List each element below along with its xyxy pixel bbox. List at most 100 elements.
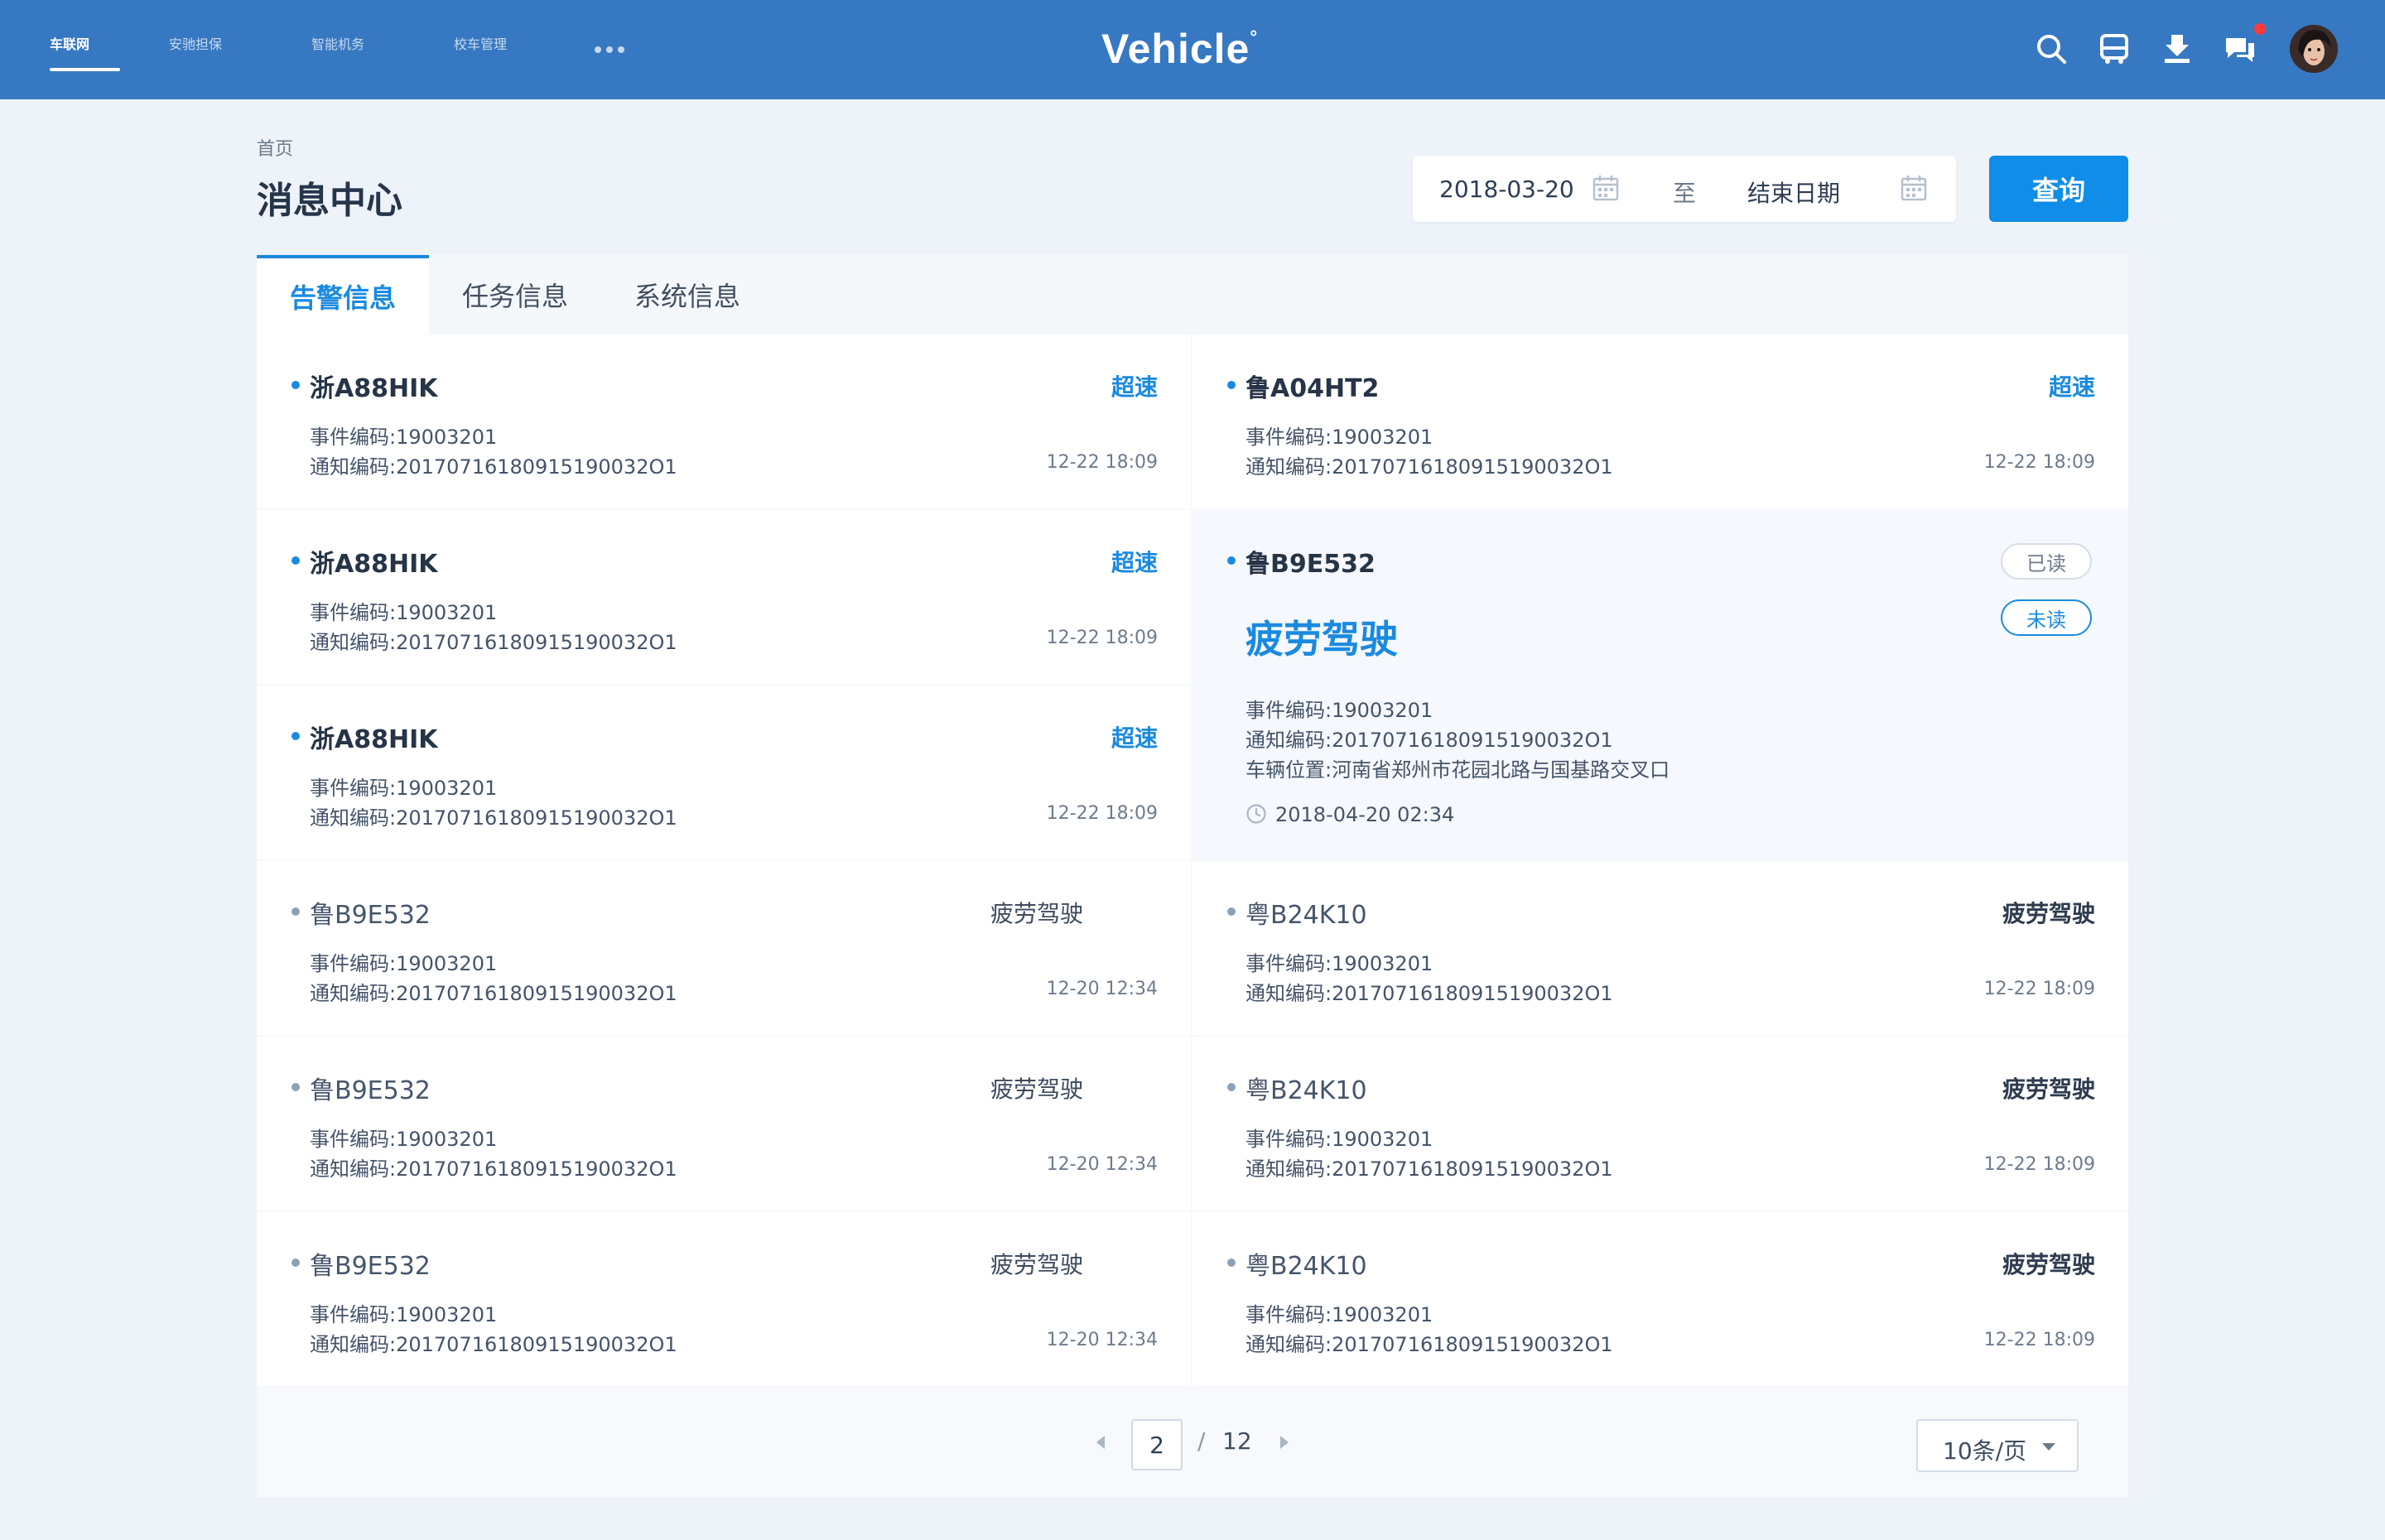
tab-bar: 告警信息 任务信息 系统信息	[257, 255, 2128, 334]
read-dot	[1227, 907, 1236, 916]
nav-item-smart-service[interactable]: 智能机务	[311, 33, 364, 53]
top-navigation-bar: 车联网 安驰担保 智能机务 校车管理 Vehicle°	[0, 0, 2385, 99]
nav-active-underline	[50, 68, 120, 71]
page-size-value: 10条/页	[1943, 1437, 2027, 1465]
message-card[interactable]: 浙A88HIK 超速 事件编码:19003201 通知编码:2017071618…	[257, 686, 1191, 859]
vehicle-location: 车辆位置:河南省郑州市花园北路与国基路交叉口	[1246, 758, 1670, 782]
nav-item-vehicle-network[interactable]: 车联网	[50, 33, 89, 53]
prev-page-icon[interactable]	[1096, 1436, 1105, 1449]
download-icon[interactable]	[2160, 31, 2195, 66]
plate-number: 浙A88HIK	[310, 374, 438, 403]
read-dot	[292, 1083, 300, 1091]
plate-number: 浙A88HIK	[310, 725, 438, 754]
read-dot	[1227, 1258, 1236, 1267]
plate-number: 浙A88HIK	[310, 550, 438, 579]
alarm-type: 疲劳驾驶	[2002, 1076, 2095, 1103]
mark-read-button[interactable]: 已读	[2001, 543, 2092, 580]
nav-item-school-bus[interactable]: 校车管理	[454, 33, 507, 53]
mark-unread-button[interactable]: 未读	[2001, 599, 2092, 636]
page-title: 消息中心	[257, 180, 402, 222]
next-page-icon[interactable]	[1280, 1436, 1289, 1449]
event-code: 事件编码:19003201	[1246, 426, 1433, 449]
read-dot	[1227, 1083, 1236, 1091]
message-card[interactable]: 鲁B9E532 疲劳驾驶 事件编码:19003201 通知编码:20170716…	[257, 1037, 1191, 1210]
message-time: 12-22 18:09	[1046, 452, 1158, 473]
calendar-icon[interactable]	[1900, 174, 1928, 202]
read-dot	[292, 907, 300, 916]
message-card[interactable]: 浙A88HIK 超速 事件编码:19003201 通知编码:2017071618…	[257, 510, 1191, 684]
event-code: 事件编码:19003201	[1246, 699, 1433, 722]
page-separator: /	[1197, 1427, 1206, 1455]
nav-item-guarantee[interactable]: 安驰担保	[169, 33, 222, 53]
date-range-separator: 至	[1673, 180, 1697, 207]
tab-system[interactable]: 系统信息	[601, 255, 773, 334]
query-button[interactable]: 查询	[1989, 156, 2128, 222]
message-detail-card[interactable]: 鲁B9E532 已读 未读 疲劳驾驶 事件编码:19003201 通知编码:20…	[1192, 510, 2128, 859]
alarm-type: 疲劳驾驶	[990, 900, 1083, 927]
breadcrumb[interactable]: 首页	[257, 134, 293, 161]
bus-icon[interactable]	[2097, 31, 2132, 66]
notice-code: 通知编码:20170716180915190032O1	[310, 455, 677, 479]
event-code: 事件编码:19003201	[1246, 1128, 1433, 1151]
message-card[interactable]: 粤B24K10 疲劳驾驶 事件编码:19003201 通知编码:20170716…	[1192, 1212, 2128, 1386]
message-time: 12-22 18:09	[1046, 628, 1158, 648]
more-icon[interactable]	[595, 46, 624, 53]
message-time: 12-22 18:09	[1983, 1154, 2095, 1175]
event-code: 事件编码:19003201	[1246, 952, 1433, 975]
total-pages: 12	[1222, 1427, 1252, 1455]
plate-number: 粤B24K10	[1246, 901, 1367, 930]
notice-code: 通知编码:20170716180915190032O1	[1246, 982, 1613, 1005]
tab-alarm[interactable]: 告警信息	[257, 255, 429, 334]
unread-dot	[1227, 381, 1236, 389]
message-time: 12-22 18:09	[1046, 803, 1158, 824]
message-time: 12-22 18:09	[1983, 452, 2095, 473]
chat-icon[interactable]	[2223, 31, 2257, 66]
event-code: 事件编码:19003201	[310, 1128, 498, 1151]
alarm-type: 疲劳驾驶	[2002, 1251, 2095, 1278]
message-card[interactable]: 浙A88HIK 超速 事件编码:19003201 通知编码:2017071618…	[257, 334, 1191, 508]
plate-number: 鲁B9E532	[1246, 550, 1376, 579]
message-card[interactable]: 鲁A04HT2 超速 事件编码:19003201 通知编码:2017071618…	[1192, 334, 2128, 508]
alarm-type: 超速	[1111, 373, 1158, 401]
notification-dot	[2254, 23, 2266, 35]
notice-code: 通知编码:20170716180915190032O1	[1246, 1157, 1613, 1181]
notice-code: 通知编码:20170716180915190032O1	[1246, 1333, 1613, 1356]
pagination-bar: 2 / 12 10条/页	[257, 1394, 2128, 1497]
plate-number: 粤B24K10	[1246, 1076, 1367, 1105]
message-card[interactable]: 鲁B9E532 疲劳驾驶 事件编码:19003201 通知编码:20170716…	[257, 861, 1191, 1035]
calendar-icon[interactable]	[1592, 174, 1620, 202]
notice-code: 通知编码:20170716180915190032O1	[310, 982, 677, 1005]
plate-number: 鲁A04HT2	[1246, 374, 1380, 403]
chevron-down-icon	[2042, 1443, 2055, 1451]
event-code: 事件编码:19003201	[310, 777, 498, 800]
end-date-field[interactable]: 结束日期	[1747, 176, 1840, 209]
message-time: 12-22 18:09	[1983, 1330, 2095, 1350]
unread-dot	[292, 381, 300, 389]
message-time: 12-20 12:34	[1046, 1330, 1158, 1350]
message-time: 12-20 12:34	[1046, 1154, 1158, 1175]
start-date-field[interactable]: 2018-03-20	[1439, 176, 1574, 203]
message-card[interactable]: 鲁B9E532 疲劳驾驶 事件编码:19003201 通知编码:20170716…	[257, 1212, 1191, 1386]
event-code: 事件编码:19003201	[310, 1303, 498, 1326]
message-card[interactable]: 粤B24K10 疲劳驾驶 事件编码:19003201 通知编码:20170716…	[1192, 1037, 2128, 1210]
plate-number: 鲁B9E532	[310, 1252, 431, 1281]
avatar[interactable]	[2290, 25, 2338, 73]
date-range-picker[interactable]: 2018-03-20 至 结束日期	[1413, 156, 1956, 222]
message-timestamp: 2018-04-20 02:34	[1275, 803, 1455, 826]
message-card[interactable]: 粤B24K10 疲劳驾驶 事件编码:19003201 通知编码:20170716…	[1192, 861, 2128, 1035]
page-number-input[interactable]: 2	[1131, 1419, 1183, 1470]
alarm-type-title: 疲劳驾驶	[1246, 617, 1398, 662]
alarm-type: 超速	[2048, 373, 2095, 401]
notice-code: 通知编码:20170716180915190032O1	[1246, 729, 1613, 752]
search-icon[interactable]	[2034, 31, 2069, 66]
page-size-select[interactable]: 10条/页	[1916, 1419, 2079, 1472]
notice-code: 通知编码:20170716180915190032O1	[310, 806, 677, 830]
unread-dot	[1227, 556, 1236, 565]
unread-dot	[292, 732, 300, 740]
notice-code: 通知编码:20170716180915190032O1	[310, 1333, 677, 1356]
event-code: 事件编码:19003201	[310, 426, 498, 449]
message-grid: 浙A88HIK 超速 事件编码:19003201 通知编码:2017071618…	[257, 334, 2128, 1394]
read-dot	[292, 1258, 300, 1267]
event-code: 事件编码:19003201	[1246, 1303, 1433, 1326]
tab-task[interactable]: 任务信息	[429, 255, 601, 334]
